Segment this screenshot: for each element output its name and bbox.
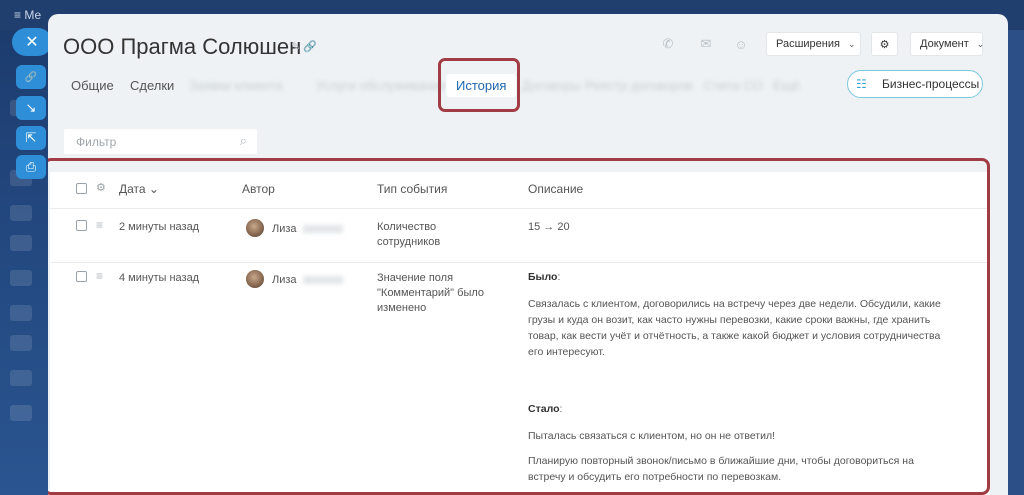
printer-icon: ⎙ xyxy=(25,159,37,174)
drag-handle-icon[interactable]: ≡ xyxy=(96,269,103,283)
tab-contracts[interactable]: Договоры xyxy=(522,78,580,93)
tab-contract-registry[interactable]: Реестр договоров xyxy=(585,78,693,93)
background-sidebar-icon xyxy=(10,335,32,351)
extensions-dropdown[interactable]: Расширения ⌄ xyxy=(766,32,861,56)
row-divider xyxy=(50,262,990,263)
history-grid: ⚙ Дата ⌄ Автор Тип события Описание ≡ 2 … xyxy=(50,172,990,495)
tab-services[interactable]: Услуги обслуживания xyxy=(316,78,446,93)
avatar[interactable] xyxy=(246,270,264,288)
row-checkbox[interactable] xyxy=(76,220,87,231)
tab-client-requests[interactable]: Заявки клиента xyxy=(189,78,283,93)
row-date: 2 минуты назад xyxy=(119,221,200,233)
extensions-label: Расширения xyxy=(776,38,840,50)
tab-general[interactable]: Общие xyxy=(71,78,114,93)
document-label: Документ xyxy=(920,38,969,50)
drag-handle-icon[interactable]: ≡ xyxy=(96,218,103,232)
history-tab-highlight xyxy=(438,58,520,112)
phone-icon[interactable]: ✆ xyxy=(653,33,683,55)
sort-chevron-icon: ⌄ xyxy=(148,182,159,196)
background-sidebar-icon xyxy=(10,235,32,251)
mail-icon[interactable]: ✉ xyxy=(691,33,721,55)
business-processes-button[interactable]: ☷ Бизнес-процессы xyxy=(847,70,983,98)
settings-button[interactable]: ⚙ xyxy=(871,32,898,56)
document-dropdown[interactable]: Документ ⌄ xyxy=(910,32,985,56)
select-all-checkbox[interactable] xyxy=(76,183,87,194)
background-sidebar-icon xyxy=(10,205,32,221)
avatar[interactable] xyxy=(246,219,264,237)
background-menu-label: ≡ Ме xyxy=(14,8,42,22)
arrow-icon: ↘ xyxy=(25,100,37,115)
link-icon: 🔗 xyxy=(24,71,38,83)
page-title: ООО Прагма Солюшен xyxy=(63,34,302,59)
edit-title-icon[interactable]: ✎ 🔗 xyxy=(291,40,317,53)
gear-icon[interactable]: ⚙ xyxy=(96,181,106,194)
filter-input[interactable]: Фильтр ⌕ xyxy=(64,129,257,154)
column-header-author[interactable]: Автор xyxy=(242,182,275,196)
row-description-became-plan: Планирую повторный звонок/письмо в ближа… xyxy=(528,455,914,483)
tab-invoices[interactable]: Счета СО xyxy=(704,78,763,93)
row-event-type: Значение поля "Комментарий" было изменено xyxy=(377,272,485,314)
column-header-description[interactable]: Описание xyxy=(528,182,583,196)
tab-deals[interactable]: Сделки xyxy=(130,78,174,93)
row-author[interactable]: Лиза xyxy=(272,222,343,237)
gear-icon: ⚙ xyxy=(879,38,890,51)
external-icon: ⇱ xyxy=(25,130,37,145)
background-sidebar-icon xyxy=(10,270,32,286)
row-description-was: Было: xyxy=(528,271,561,283)
chevron-down-icon: ⌄ xyxy=(976,38,985,49)
flowchart-icon: ☷ xyxy=(856,77,867,91)
row-author[interactable]: Лиза xyxy=(272,273,343,288)
row-description-became: Стало: xyxy=(528,403,563,415)
close-slider-button[interactable]: ✕ xyxy=(12,28,52,56)
chat-icon[interactable]: ☺ xyxy=(726,33,756,55)
business-processes-label: Бизнес-процессы xyxy=(882,77,980,91)
column-header-date[interactable]: Дата ⌄ xyxy=(119,182,159,196)
row-event-type: Количество сотрудников xyxy=(377,221,441,248)
minimize-button[interactable]: ↘ xyxy=(16,96,46,120)
open-new-window-button[interactable]: ⇱ xyxy=(16,126,46,150)
column-header-event-type[interactable]: Тип события xyxy=(377,182,447,196)
row-description-was-text: Связалась с клиентом, договорились на вс… xyxy=(528,298,941,358)
row-description-became-text: Пыталась связаться с клиентом, но он не … xyxy=(528,430,776,442)
company-card-panel: ООО Прагма Солюшен ✎ 🔗 ✆ ✉ ☺ Расширения … xyxy=(48,14,1008,495)
background-sidebar-icon xyxy=(10,405,32,421)
tab-more[interactable]: Ещё xyxy=(773,78,800,93)
close-icon: ✕ xyxy=(25,34,39,51)
background-sidebar-icon xyxy=(10,305,32,321)
background-sidebar-icon xyxy=(10,370,32,386)
filter-placeholder: Фильтр xyxy=(76,135,117,149)
print-button[interactable]: ⎙ xyxy=(16,155,46,179)
search-icon[interactable]: ⌕ xyxy=(240,133,247,149)
row-checkbox[interactable] xyxy=(76,271,87,282)
row-description: 15 → 20 xyxy=(528,221,570,233)
row-divider xyxy=(50,208,990,209)
copy-link-button[interactable]: 🔗 xyxy=(16,65,46,89)
row-date: 4 минуты назад xyxy=(119,272,200,284)
chevron-down-icon: ⌄ xyxy=(847,38,856,49)
